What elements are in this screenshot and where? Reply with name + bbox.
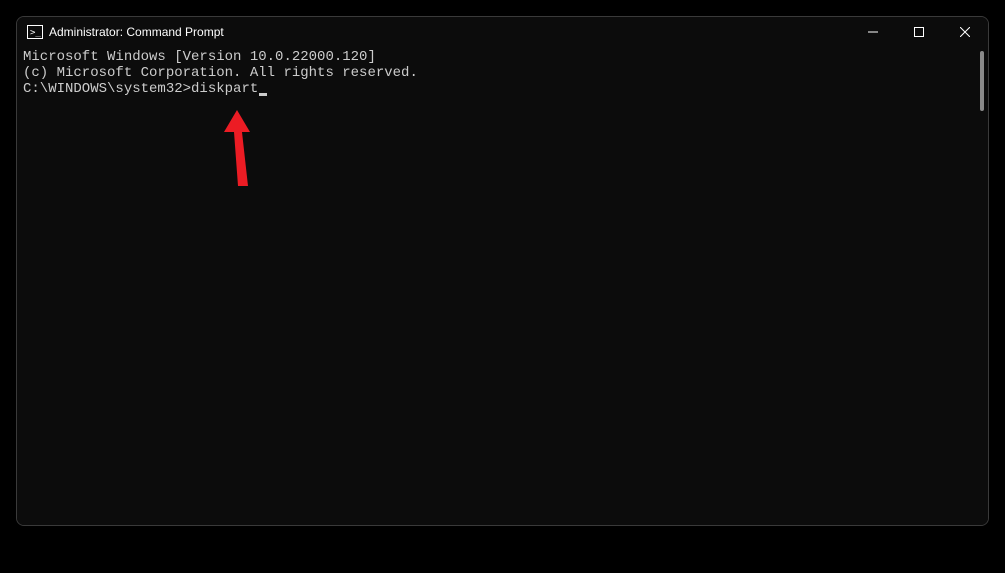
prompt-row: C:\WINDOWS\system32>diskpart — [23, 81, 982, 97]
cmd-icon: >_ — [27, 25, 43, 39]
version-line: Microsoft Windows [Version 10.0.22000.12… — [23, 49, 982, 65]
maximize-icon — [914, 27, 924, 37]
close-button[interactable] — [942, 17, 988, 47]
prompt-path: C:\WINDOWS\system32> — [23, 81, 191, 97]
copyright-line: (c) Microsoft Corporation. All rights re… — [23, 65, 982, 81]
window-title: Administrator: Command Prompt — [49, 25, 224, 39]
terminal-area[interactable]: Microsoft Windows [Version 10.0.22000.12… — [17, 47, 988, 525]
window-controls — [850, 17, 988, 47]
titlebar[interactable]: >_ Administrator: Command Prompt — [17, 17, 988, 47]
minimize-icon — [868, 27, 878, 37]
command-prompt-window: >_ Administrator: Command Prompt — [16, 16, 989, 526]
text-cursor — [259, 93, 267, 96]
close-icon — [960, 27, 970, 37]
svg-text:>_: >_ — [30, 28, 41, 38]
minimize-button[interactable] — [850, 17, 896, 47]
typed-command: diskpart — [191, 81, 258, 97]
scrollbar-thumb[interactable] — [980, 51, 984, 111]
maximize-button[interactable] — [896, 17, 942, 47]
